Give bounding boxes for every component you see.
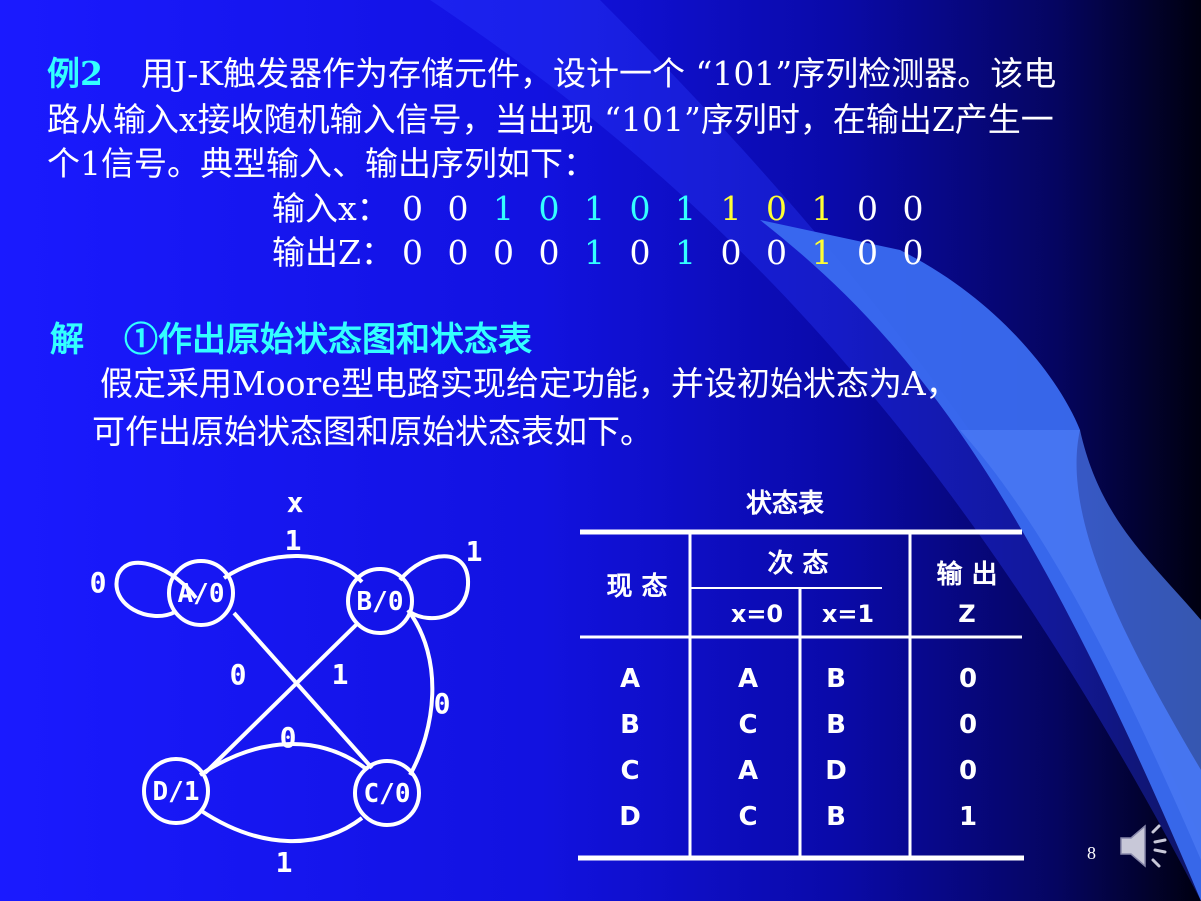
table-cell-present: B bbox=[620, 710, 640, 740]
table-cell-z: 0 bbox=[959, 756, 977, 786]
table-cell-present: A bbox=[620, 664, 640, 694]
state-table: 状态表 现 态 次 态 x=0 x=1 输 出 Z A A B 0B C B 0C A D 0D C… bbox=[578, 488, 1024, 861]
table-cell-z: 0 bbox=[959, 710, 977, 740]
header-x0: x=0 bbox=[731, 600, 783, 628]
table-cell-x0: C bbox=[738, 710, 757, 740]
table-cell-present: C bbox=[620, 756, 639, 786]
table-cell-x1: D bbox=[825, 756, 847, 786]
header-output: 输 出 bbox=[936, 559, 997, 590]
table-cell-x0: A bbox=[738, 664, 758, 694]
table-cell-x1: B bbox=[826, 710, 846, 740]
speaker-icon[interactable] bbox=[1115, 818, 1171, 874]
page-number: 8 bbox=[1087, 843, 1096, 863]
table-cell-z: 0 bbox=[959, 664, 977, 694]
table-cell-z: 1 bbox=[959, 802, 977, 832]
table-cell-x0: C bbox=[738, 802, 757, 832]
table-title: 状态表 bbox=[746, 488, 825, 519]
header-present-state: 现 态 bbox=[606, 571, 667, 602]
table-cell-x1: B bbox=[826, 802, 846, 832]
header-x1: x=1 bbox=[822, 600, 874, 628]
header-next-state: 次 态 bbox=[767, 548, 828, 579]
table-cell-x1: B bbox=[826, 664, 846, 694]
table-cell-present: D bbox=[619, 802, 641, 832]
table-cell-x0: A bbox=[738, 756, 758, 786]
table-rows: A A B 0B C B 0C A D 0D C B 1 bbox=[619, 664, 977, 832]
header-output-z: Z bbox=[958, 600, 975, 628]
